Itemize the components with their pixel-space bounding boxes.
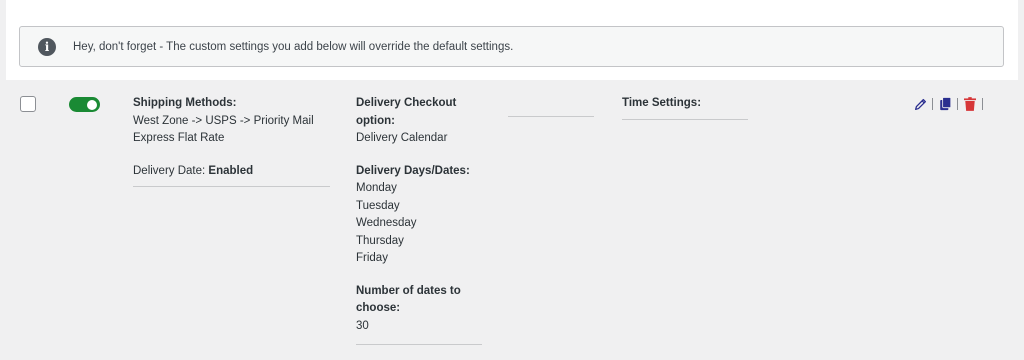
trash-icon (964, 97, 976, 111)
delivery-days-label: Delivery Days/Dates: (356, 164, 470, 177)
delivery-day: Friday (356, 252, 388, 264)
delivery-date-status: Delivery Date: Enabled (133, 163, 333, 181)
notice-banner: i Hey, don't forget - The custom setting… (19, 26, 1004, 67)
delivery-checkout-label-cont: option: (356, 114, 395, 127)
time-settings-column: Time Settings: (622, 95, 752, 113)
delivery-day: Thursday (356, 234, 404, 247)
row-select-checkbox[interactable] (20, 96, 36, 112)
divider (508, 116, 594, 117)
delivery-checkout-label: Delivery Checkout (356, 97, 457, 109)
delivery-checkout-column: Delivery Checkout option: Delivery Calen… (356, 95, 486, 335)
divider (133, 186, 330, 187)
row-actions (912, 96, 987, 112)
divider (356, 344, 482, 345)
notice-text: Hey, don't forget - The custom settings … (73, 40, 514, 53)
shipping-methods-label: Shipping Methods: (133, 97, 237, 109)
number-of-dates-label: Number of dates to (356, 284, 461, 297)
delivery-date-value: Enabled (208, 164, 254, 177)
copy-icon (939, 97, 951, 111)
number-of-dates-value: 30 (356, 319, 369, 332)
time-settings-label: Time Settings: (622, 97, 702, 109)
delivery-checkout-value: Delivery Calendar (356, 132, 448, 144)
action-separator (957, 98, 958, 110)
toggle-knob (87, 99, 97, 110)
settings-row: Shipping Methods: West Zone -> USPS -> P… (6, 82, 1018, 360)
pencil-icon (914, 98, 926, 110)
divider (622, 119, 748, 120)
action-separator (932, 98, 933, 110)
delivery-day: Tuesday (356, 199, 400, 212)
enable-toggle[interactable] (69, 97, 100, 112)
duplicate-button[interactable] (937, 96, 953, 112)
info-icon: i (38, 37, 56, 56)
shipping-method-line: Express Flat Rate (133, 132, 225, 144)
shipping-method-line: West Zone -> USPS -> Priority Mail (133, 114, 314, 127)
delete-button[interactable] (962, 96, 978, 112)
shipping-methods-column: Shipping Methods: West Zone -> USPS -> P… (133, 95, 333, 180)
delivery-date-label: Delivery Date: (133, 164, 206, 177)
action-separator (982, 98, 983, 110)
delivery-day: Wednesday (356, 217, 417, 229)
edit-button[interactable] (912, 96, 928, 112)
number-of-dates-label-cont: choose: (356, 302, 401, 314)
delivery-day: Monday (356, 182, 397, 194)
